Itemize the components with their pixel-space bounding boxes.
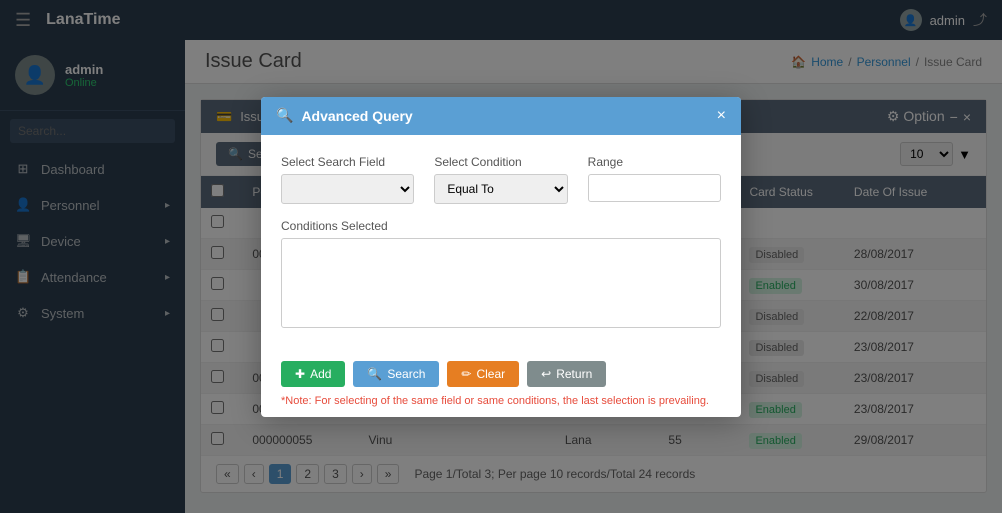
condition-label: Select Condition [434,155,567,169]
modal-close-button[interactable]: × [717,107,726,125]
return-icon: ↩ [541,367,551,381]
modal-return-button[interactable]: ↩ Return [527,361,606,387]
modal-search-icon: 🔍 [276,107,293,124]
modal-note: *Note: For selecting of the same field o… [281,395,709,407]
condition-select[interactable]: Equal To Not Equal To Contains Greater T… [434,174,567,204]
conditions-textarea[interactable] [281,238,721,328]
modal-title: Advanced Query [301,108,412,124]
modal-clear-icon: ✏ [461,367,471,381]
modal-search-button[interactable]: 🔍 Search [353,361,439,387]
advanced-query-modal: 🔍 Advanced Query × Select Search Field P… [261,97,741,417]
modal-add-button[interactable]: ✚ Add [281,361,345,387]
conditions-selected-label: Conditions Selected [281,219,721,233]
modal-clear-button[interactable]: ✏ Clear [447,361,519,387]
modal-search-btn-icon: 🔍 [367,367,382,381]
field-label: Select Search Field [281,155,414,169]
range-input[interactable] [588,174,721,202]
range-label: Range [588,155,721,169]
modal-overlay: 🔍 Advanced Query × Select Search Field P… [0,0,1002,513]
add-icon: ✚ [295,367,305,381]
search-field-select[interactable]: Personnel No First Name Last Name Depart… [281,174,414,204]
